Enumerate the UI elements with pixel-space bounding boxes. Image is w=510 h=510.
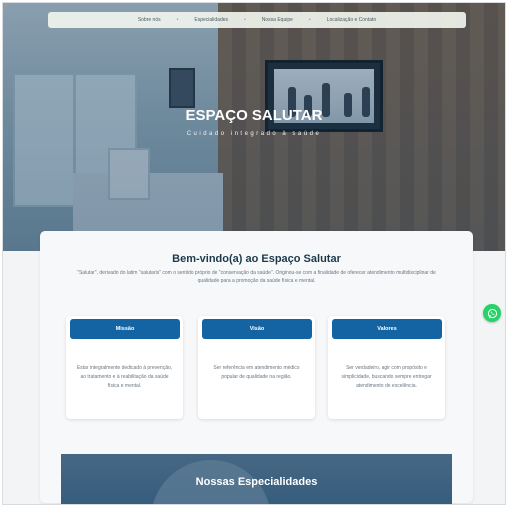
card-valores: Valores Ser verdadeiro, agir com propósi…: [328, 316, 445, 419]
nav-separator: •: [244, 17, 246, 23]
hero-overlay: [3, 3, 505, 251]
welcome-intro: "Salutar", derivado do latim "salutaris"…: [77, 270, 436, 284]
missao-button[interactable]: Missão: [70, 319, 180, 339]
whatsapp-glyph: [487, 308, 497, 318]
nav-separator: •: [308, 17, 311, 23]
visao-text: Ser referência em atendimento médico pop…: [213, 365, 300, 380]
browser-viewport: Sobre nós • Especialidades • Nossa Equip…: [2, 2, 506, 505]
hero-section: Sobre nós • Especialidades • Nossa Equip…: [3, 3, 505, 251]
card-missao: Missão Estar integralmente dedicado à pr…: [66, 316, 183, 419]
valores-button[interactable]: Valores: [332, 319, 442, 339]
nav-separator: •: [176, 17, 179, 23]
visao-button[interactable]: Visão: [202, 319, 312, 339]
whatsapp-icon[interactable]: [483, 304, 501, 322]
nav-link-nossa-equipe[interactable]: Nossa Equipe: [262, 17, 293, 23]
nav-link-localizacao-contato[interactable]: Localização e Contato: [327, 17, 376, 23]
card-visao: Visão Ser referência em atendimento médi…: [198, 316, 315, 419]
missao-text: Estar integralmente dedicado à prevenção…: [76, 365, 173, 389]
hero-subtitle: Cuidado integrado à saúde: [186, 131, 322, 137]
specialties-banner: Nossas Especialidades: [61, 454, 452, 504]
top-nav: Sobre nós • Especialidades • Nossa Equip…: [48, 12, 466, 28]
welcome-title: Bem-vindo(a) ao Espaço Salutar: [172, 253, 341, 265]
nav-link-especialidades[interactable]: Especialidades: [194, 17, 228, 23]
specialties-title: Nossas Especialidades: [195, 476, 318, 488]
hero-title: ESPAÇO SALUTAR: [185, 107, 323, 124]
nav-link-sobre-nos[interactable]: Sobre nós: [138, 17, 161, 23]
valores-text: Ser verdadeiro, agir com propósito e sim…: [341, 365, 432, 389]
